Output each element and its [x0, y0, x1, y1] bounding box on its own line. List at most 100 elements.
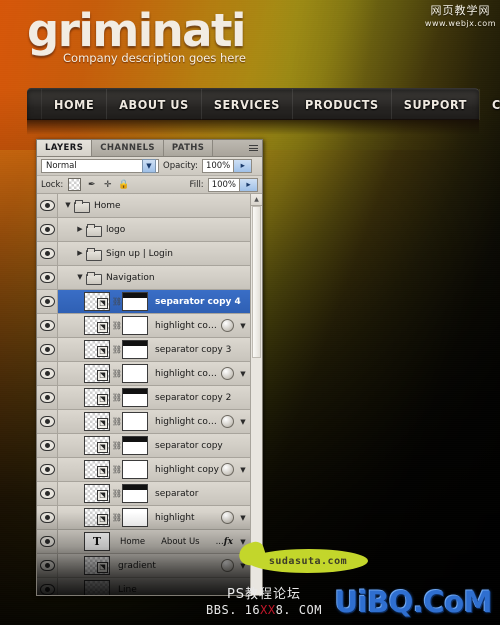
layer-thumbnail[interactable]: ⬔	[84, 364, 110, 383]
chevron-down-icon[interactable]: ▼	[237, 322, 249, 330]
layer-row[interactable]: ⬔ ⛓ highlight copy 4 ▼	[37, 314, 251, 338]
layer-effects-icon[interactable]	[221, 367, 234, 380]
layer-row[interactable]: ⬔ ⛓ highlight ▼	[37, 506, 251, 530]
chevron-right-icon[interactable]: ▶	[74, 226, 86, 233]
layer-row[interactable]: ▶ Sign up | Login	[37, 242, 251, 266]
layer-thumbnail[interactable]: ⬔	[84, 412, 110, 431]
layer-mask-thumbnail[interactable]	[122, 412, 148, 431]
layer-visibility-toggle[interactable]	[37, 386, 58, 409]
layer-thumbnail[interactable]: ⬔	[84, 484, 110, 503]
layer-effects-icon[interactable]	[221, 559, 234, 572]
layer-thumbnail[interactable]: ⬔	[84, 460, 110, 479]
layer-visibility-toggle[interactable]	[37, 482, 58, 505]
layer-effects-icon[interactable]	[221, 463, 234, 476]
lock-image-pixels-icon[interactable]: ✒	[86, 179, 97, 190]
layer-thumbnail[interactable]: ⬔	[84, 388, 110, 407]
nav-item-products[interactable]: PRODUCTS	[293, 89, 392, 120]
layer-row[interactable]: ▶ logo	[37, 218, 251, 242]
layer-row[interactable]: ⬔ ⛓ separator copy 2	[37, 386, 251, 410]
panel-menu-icon[interactable]	[244, 140, 262, 156]
layer-thumbnail[interactable]: ⬔	[84, 316, 110, 335]
layer-visibility-toggle[interactable]	[37, 266, 58, 289]
lock-all-icon[interactable]: 🔒	[118, 179, 129, 190]
layer-thumbnail[interactable]: ⬔	[84, 340, 110, 359]
tab-paths[interactable]: PATHS	[163, 140, 214, 156]
text-layer-thumbnail[interactable]: T	[84, 532, 110, 551]
lock-position-icon[interactable]: ✛	[102, 179, 113, 190]
blend-mode-select[interactable]: Normal ▼	[41, 159, 159, 173]
scrollbar-thumb[interactable]	[252, 206, 261, 358]
link-mask-icon[interactable]: ⛓	[112, 344, 122, 356]
fill-stepper-icon[interactable]: ▸	[239, 178, 257, 191]
layer-effects-icon[interactable]	[221, 511, 234, 524]
chevron-right-icon[interactable]: ▶	[74, 250, 86, 257]
layer-visibility-toggle[interactable]	[37, 506, 58, 529]
layer-visibility-toggle[interactable]	[37, 290, 58, 313]
layer-mask-thumbnail[interactable]	[122, 484, 148, 503]
opacity-input[interactable]: 100% ▸	[201, 159, 253, 173]
layer-mask-thumbnail[interactable]	[122, 340, 148, 359]
fill-input[interactable]: 100% ▸	[207, 177, 258, 192]
layer-visibility-toggle[interactable]	[37, 362, 58, 385]
layer-row[interactable]: ⬔ ⛓ highlight copy 2 ▼	[37, 410, 251, 434]
nav-item-about-us[interactable]: ABOUT US	[107, 89, 202, 120]
layer-visibility-toggle[interactable]	[37, 554, 58, 577]
link-mask-icon[interactable]: ⛓	[112, 368, 122, 380]
layer-visibility-toggle[interactable]	[37, 530, 58, 553]
layer-row[interactable]: ▼ Home	[37, 194, 251, 218]
nav-item-home[interactable]: HOME	[41, 89, 108, 120]
chevron-down-icon[interactable]: ▼	[237, 514, 249, 522]
layer-visibility-toggle[interactable]	[37, 338, 58, 361]
layer-visibility-toggle[interactable]	[37, 314, 58, 337]
chevron-down-icon[interactable]: ▼	[237, 418, 249, 426]
layer-visibility-toggle[interactable]	[37, 434, 58, 457]
layer-thumbnail[interactable]: ⬔	[84, 292, 110, 311]
layer-mask-thumbnail[interactable]	[122, 364, 148, 383]
layer-mask-thumbnail[interactable]	[122, 316, 148, 335]
layer-visibility-toggle[interactable]	[37, 458, 58, 481]
layer-mask-thumbnail[interactable]	[122, 388, 148, 407]
layer-visibility-toggle[interactable]	[37, 578, 58, 595]
layer-mask-thumbnail[interactable]	[122, 436, 148, 455]
layer-effects-icon[interactable]	[221, 319, 234, 332]
chevron-down-icon[interactable]: ▼	[237, 466, 249, 474]
chevron-down-icon[interactable]: ▼	[142, 159, 156, 173]
layer-row[interactable]: ⬔ ⛓ separator	[37, 482, 251, 506]
layer-effects-icon[interactable]: fx	[224, 537, 233, 547]
nav-item-contact[interactable]: CONTACT	[480, 89, 500, 120]
layer-thumbnail[interactable]: ⬔	[84, 508, 110, 527]
link-mask-icon[interactable]: ⛓	[112, 512, 122, 524]
opacity-stepper-icon[interactable]: ▸	[233, 160, 252, 172]
layer-visibility-toggle[interactable]	[37, 242, 58, 265]
layer-row[interactable]: ⬔ ⛓ separator copy 3	[37, 338, 251, 362]
layer-thumbnail[interactable]: ⬔	[84, 556, 110, 575]
tab-channels[interactable]: CHANNELS	[92, 140, 164, 156]
scroll-up-icon[interactable]: ▲	[251, 194, 262, 206]
chevron-down-icon[interactable]: ▼	[74, 274, 86, 281]
link-mask-icon[interactable]: ⛓	[112, 464, 122, 476]
layer-row[interactable]: ⬔ ⛓ highlight copy ▼	[37, 458, 251, 482]
layers-scrollbar[interactable]: ▲	[250, 194, 262, 595]
layer-mask-thumbnail[interactable]	[122, 460, 148, 479]
layer-visibility-toggle[interactable]	[37, 410, 58, 433]
layer-row[interactable]: ⬔ ⛓ highlight copy 3 ▼	[37, 362, 251, 386]
link-mask-icon[interactable]: ⛓	[112, 488, 122, 500]
layer-effects-icon[interactable]	[221, 415, 234, 428]
layer-row[interactable]: T Home About Us... fx ▼	[37, 530, 251, 554]
nav-item-services[interactable]: SERVICES	[202, 89, 293, 120]
layer-thumbnail[interactable]: ⬔	[84, 436, 110, 455]
layer-mask-thumbnail[interactable]	[122, 292, 148, 311]
lock-transparency-icon[interactable]	[68, 178, 82, 191]
link-mask-icon[interactable]: ⛓	[112, 440, 122, 452]
layer-row[interactable]: ⬔ ⛓ separator copy	[37, 434, 251, 458]
nav-item-support[interactable]: SUPPORT	[392, 89, 481, 120]
layer-row[interactable]: ▼ Navigation	[37, 266, 251, 290]
link-mask-icon[interactable]: ⛓	[112, 320, 122, 332]
link-mask-icon[interactable]: ⛓	[112, 392, 122, 404]
layer-mask-thumbnail[interactable]	[122, 508, 148, 527]
chevron-down-icon[interactable]: ▼	[62, 202, 74, 209]
layer-visibility-toggle[interactable]	[37, 218, 58, 241]
link-mask-icon[interactable]: ⛓	[112, 416, 122, 428]
layer-row[interactable]: ⬔ gradient ▼	[37, 554, 251, 578]
chevron-down-icon[interactable]: ▼	[237, 370, 249, 378]
